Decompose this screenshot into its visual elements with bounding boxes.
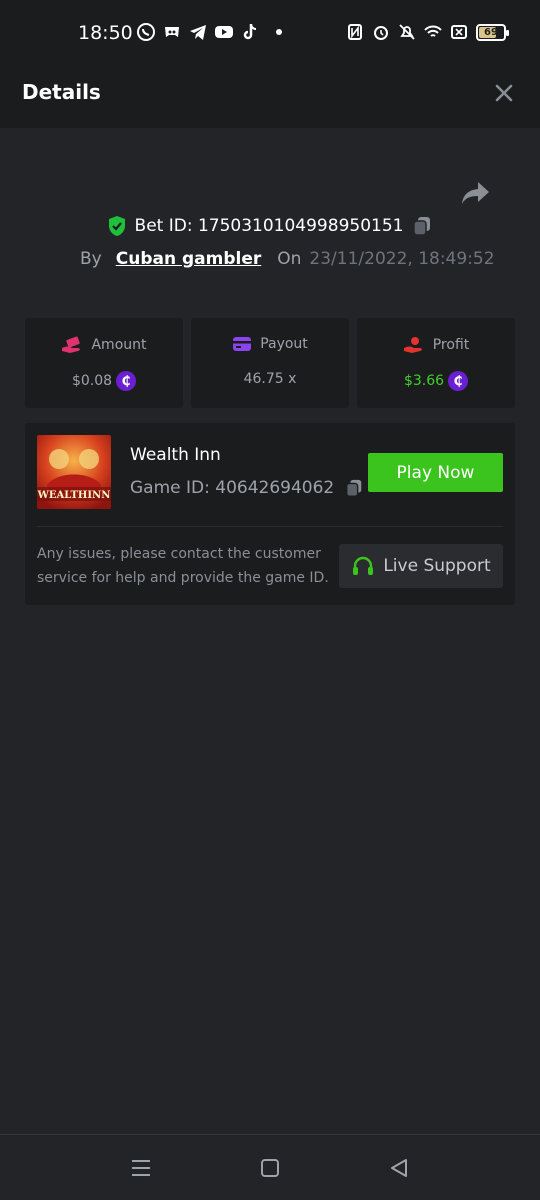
money-hand-icon <box>62 336 81 353</box>
coin-icon: ₵ <box>448 371 469 391</box>
wallet-card-icon <box>233 337 252 351</box>
status-bar: 18:50 69 <box>0 0 540 56</box>
tiktok-icon <box>243 24 257 40</box>
status-time: 18:50 <box>78 22 133 44</box>
amount-card: Amount $0.08 ₵ <box>25 318 183 408</box>
nfc-icon <box>348 24 362 40</box>
wifi-icon <box>424 25 442 37</box>
share-icon[interactable] <box>460 178 492 206</box>
discord-icon <box>165 27 179 37</box>
youtube-icon <box>215 26 233 38</box>
alarm-icon <box>374 26 388 40</box>
mute-icon <box>399 24 415 40</box>
battery-icon: 69 <box>476 23 509 41</box>
profit-card: Profit $3.66 ₵ <box>357 318 515 408</box>
bet-date: 23/11/2022, 18:49:52 <box>309 249 495 269</box>
game-thumbnail-text: WEALTHINN <box>37 490 110 501</box>
menu-icon[interactable] <box>128 1155 154 1181</box>
copy-icon[interactable] <box>344 477 364 499</box>
bet-id-row: Bet ID: 1750310104998950151 <box>0 215 540 237</box>
bet-meta-row: By Cuban gambler On 23/11/2022, 18:49:52 <box>80 249 495 269</box>
profit-label: Profit <box>432 337 470 353</box>
notification-icons <box>136 22 282 42</box>
by-label: By <box>80 249 102 269</box>
copy-icon[interactable] <box>411 215 433 237</box>
profit-value: $3.66 <box>403 373 445 389</box>
page-title: Details <box>22 80 101 104</box>
payout-card: Payout 46.75 x <box>191 318 349 408</box>
game-name: Wealth Inn <box>130 445 221 465</box>
home-icon[interactable] <box>257 1155 283 1181</box>
details-header: Details <box>0 56 540 128</box>
divider <box>37 526 503 527</box>
whatsapp-icon <box>137 23 155 41</box>
support-hint-text: Any issues, please contact the customer … <box>37 546 329 586</box>
system-nav-bar <box>0 1134 540 1200</box>
close-icon[interactable] <box>490 79 518 107</box>
battery-level: 69 <box>484 26 498 38</box>
game-card: WEALTHINN Wealth Inn Game ID: 4064269406… <box>25 423 515 605</box>
game-thumbnail[interactable]: WEALTHINN <box>37 435 111 509</box>
live-support-button[interactable]: Live Support <box>339 544 503 588</box>
bet-id: Bet ID: 1750310104998950151 <box>134 216 404 236</box>
game-id: Game ID: 40642694062 <box>130 478 335 498</box>
amount-label: Amount <box>91 337 147 353</box>
game-id-row: Game ID: 40642694062 <box>130 477 364 499</box>
telegram-icon <box>190 25 206 40</box>
shield-check-icon <box>108 216 125 236</box>
system-icons: 69 <box>346 23 509 41</box>
sim-icon <box>451 25 467 39</box>
on-label: On <box>277 249 302 269</box>
back-icon[interactable] <box>386 1155 412 1181</box>
more-notifications-dot <box>276 29 282 35</box>
payout-value: 46.75 x <box>243 371 297 387</box>
live-support-label: Live Support <box>383 556 491 576</box>
payout-label: Payout <box>260 336 308 352</box>
amount-value: $0.08 <box>71 373 113 389</box>
username-link[interactable]: Cuban gambler <box>116 249 262 269</box>
profit-hand-icon <box>403 337 422 353</box>
play-now-button[interactable]: Play Now <box>368 453 503 492</box>
coin-icon: ₵ <box>116 371 137 391</box>
headset-icon <box>353 556 374 575</box>
